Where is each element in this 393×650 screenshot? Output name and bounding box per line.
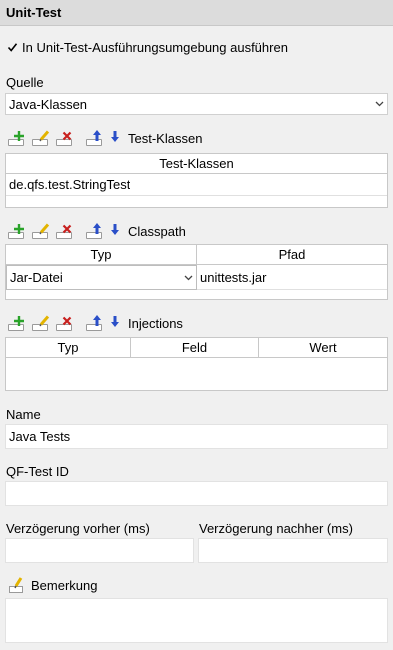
column-header-test-classes[interactable]: Test-Klassen (6, 154, 387, 173)
test-classes-delete-button[interactable] (56, 130, 76, 146)
injections-delete-button[interactable] (56, 315, 76, 331)
checkmark-icon (7, 43, 17, 52)
classpath-path-cell[interactable]: unittests.jar (197, 265, 387, 289)
classpath-type-select[interactable]: Jar-Datei (6, 265, 197, 290)
injections-add-button[interactable] (8, 315, 28, 331)
injections-edit-button[interactable] (32, 315, 52, 331)
run-in-env-label: In Unit-Test-Ausführungsumgebung ausführ… (22, 40, 288, 55)
move-down-icon (111, 316, 119, 327)
column-header-type[interactable]: Typ (6, 245, 197, 264)
test-classes-toolbar-label: Test-Klassen (128, 130, 203, 146)
move-up-icon (93, 223, 101, 234)
table-header: Typ Pfad (6, 245, 387, 265)
injections-toolbar: Injections (8, 312, 183, 334)
classpath-move-up-button[interactable] (86, 223, 106, 239)
qftest-id-field[interactable] (5, 481, 388, 506)
chevron-down-icon[interactable] (180, 275, 196, 281)
test-classes-table[interactable]: Test-Klassen de.qfs.test.StringTest (5, 153, 388, 208)
panel-title: Unit-Test (6, 5, 62, 20)
delay-after-label: Verzögerung nachher (ms) (199, 521, 353, 536)
injections-table[interactable]: Typ Feld Wert (5, 337, 388, 391)
column-header-type[interactable]: Typ (6, 338, 131, 357)
column-header-value[interactable]: Wert (259, 338, 387, 357)
classpath-toolbar-label: Classpath (128, 223, 186, 239)
move-up-icon (93, 130, 101, 141)
table-header: Typ Feld Wert (6, 338, 387, 358)
add-icon (14, 131, 24, 141)
table-row[interactable]: de.qfs.test.StringTest (6, 174, 387, 196)
panel-header: Unit-Test (0, 0, 393, 26)
pencil-icon[interactable] (9, 577, 25, 593)
column-header-path[interactable]: Pfad (197, 245, 387, 264)
table-row[interactable]: Jar-Datei unittests.jar (6, 265, 387, 290)
qftest-id-label: QF-Test ID (6, 464, 69, 479)
source-label: Quelle (6, 75, 44, 90)
delay-after-field[interactable] (198, 538, 388, 563)
add-icon (14, 224, 24, 234)
classpath-edit-button[interactable] (32, 223, 52, 239)
delete-icon (62, 131, 72, 141)
add-icon (14, 316, 24, 326)
edit-icon (39, 223, 50, 235)
comment-field[interactable] (5, 598, 388, 643)
test-class-cell[interactable]: de.qfs.test.StringTest (6, 174, 130, 195)
chevron-down-icon[interactable] (371, 101, 387, 107)
delay-before-label: Verzögerung vorher (ms) (6, 521, 150, 536)
delay-before-field[interactable] (5, 538, 194, 563)
injections-toolbar-label: Injections (128, 315, 183, 331)
edit-icon (39, 315, 50, 327)
move-up-icon (93, 315, 101, 326)
edit-icon (39, 130, 50, 142)
test-classes-edit-button[interactable] (32, 130, 52, 146)
name-label: Name (6, 407, 41, 422)
classpath-toolbar: Classpath (8, 220, 186, 242)
comment-heading: Bemerkung (9, 577, 97, 593)
source-selected: Java-Klassen (9, 96, 88, 112)
test-classes-move-up-button[interactable] (86, 130, 106, 146)
move-down-icon (111, 224, 119, 235)
name-field[interactable]: Java Tests (5, 424, 388, 449)
test-classes-toolbar: Test-Klassen (8, 127, 202, 149)
classpath-type-value: Jar-Datei (10, 270, 63, 285)
classpath-move-down-button[interactable] (110, 223, 122, 239)
move-down-icon (111, 131, 119, 142)
comment-label: Bemerkung (31, 577, 98, 593)
injections-move-up-button[interactable] (86, 315, 106, 331)
test-classes-move-down-button[interactable] (110, 130, 122, 146)
run-in-env-option[interactable]: In Unit-Test-Ausführungsumgebung ausführ… (6, 40, 288, 55)
column-header-field[interactable]: Feld (131, 338, 259, 357)
delete-icon (62, 316, 72, 326)
test-classes-add-button[interactable] (8, 130, 28, 146)
injections-move-down-button[interactable] (110, 315, 122, 331)
classpath-add-button[interactable] (8, 223, 28, 239)
run-in-env-checkbox[interactable] (6, 42, 18, 54)
delete-icon (62, 224, 72, 234)
table-header: Test-Klassen (6, 154, 387, 174)
classpath-delete-button[interactable] (56, 223, 76, 239)
classpath-table[interactable]: Typ Pfad Jar-Datei unittests.jar (5, 244, 388, 300)
source-select[interactable]: Java-Klassen (5, 93, 388, 115)
